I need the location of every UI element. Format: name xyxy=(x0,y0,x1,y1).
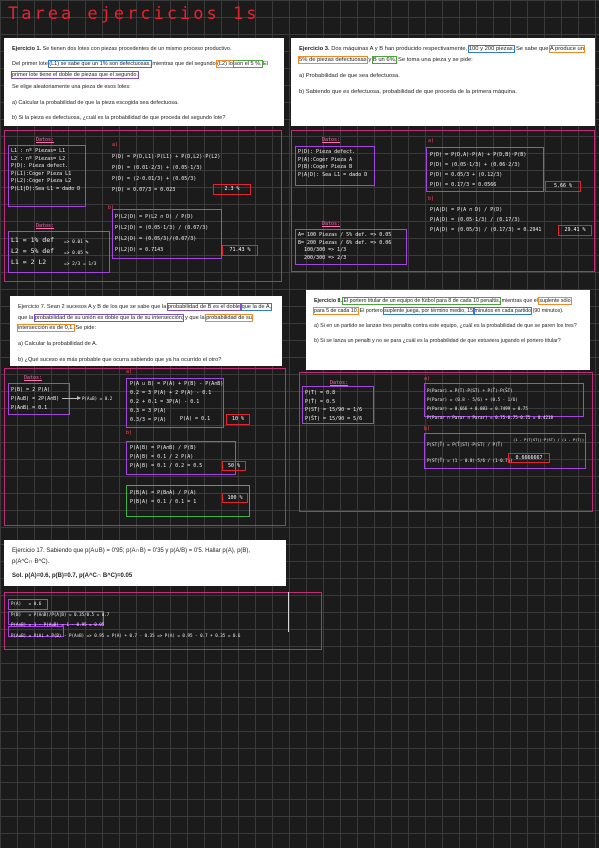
exercise-1-intro: Ejercicio 1. Se tienen dos lotes con pie… xyxy=(12,46,232,52)
exercise-8-card: Ejercicio 8. El portero titular de un eq… xyxy=(306,290,590,370)
ex8-part-a-work: P(Parar) = P(T)·P(ST) + P(T̄)·P(S̄T) P(P… xyxy=(427,388,554,420)
highlight-of-a: que la de A, xyxy=(240,303,273,311)
exercise-3-statement: Ejercicio 3. Dos máquinas A y B han prod… xyxy=(298,45,585,64)
ex1-datos-text: L1 : nº Piezas= L1 L2 : nº Piezas= L2 P(… xyxy=(11,148,81,192)
highlight-l1: (L1) se sabe que un 1% son defectuosas, xyxy=(48,60,152,69)
ex17-work: P(A) = 0.6 P(B) = P(A∩B)/P(A|B) = 0.35/0… xyxy=(11,601,241,638)
exercise-1-statement: Del primer lote (L1) se sabe que un 1% s… xyxy=(11,60,268,79)
ex1-datos-label: Datos: xyxy=(36,137,55,143)
exercise-7-question-a: a) Calcular la probabilidad de A. xyxy=(18,340,98,347)
exercise-17-statement: Ejercicio 17. Sabiendo que p(A∪B) = 0'95… xyxy=(12,548,251,566)
ex7-part-a-answer: 10 % xyxy=(226,414,250,425)
ex3-part-b-label: b) xyxy=(428,196,435,202)
ex3-part-b-answer: 29.41 % xyxy=(558,225,592,236)
exercise-1-card: Ejercicio 1. Se tienen dos lotes con pie… xyxy=(4,38,284,126)
ex3-datos2-label: Datos: xyxy=(322,221,341,227)
ex3-datos-label: Datos: xyxy=(322,137,341,143)
ex7-datos-label: Datos: xyxy=(24,375,43,381)
ex1-datos2-text: L1 = 1% def L2 = 5% def L1 = 2 L2 xyxy=(11,236,55,266)
exercise-1-question-a: a) Calcular la probabilidad de que la pi… xyxy=(12,99,179,106)
exercise-17-solution: Sol. p(A)=0.6, p(B)=0.7, p(A^C∩ B^C)=0.0… xyxy=(12,572,133,579)
ex8-part-b-answer: 0.6666667 xyxy=(508,453,550,463)
ex17-divider xyxy=(288,592,289,632)
ex7-part-a-label: a) xyxy=(126,369,133,375)
highlight-double: primer lote tiene el doble de piezas que… xyxy=(11,70,139,79)
exercise-3-heading: Ejercicio 3. xyxy=(299,46,330,52)
ex7-part-b-label: b) xyxy=(126,430,133,436)
ex3-part-a-work: P(D) = P(D,A)·P(A) + P(D,B)·P(B) P(D) = … xyxy=(430,152,527,188)
exercise-17-card: Ejercicio 17. Sabiendo que p(A∪B) = 0'95… xyxy=(4,540,286,586)
ex8-part-b-formula: (1 - P(T|ST))·P(ST) / (1 - P(T)) xyxy=(513,438,585,442)
ex7-part-a-result: P(A) = 0.1 xyxy=(180,416,211,422)
ex7-arrow xyxy=(62,396,81,400)
highlight-suplente-juega: suplente juega, por término medio, 15 xyxy=(383,307,475,316)
ex1-part-a-label: a) xyxy=(112,142,119,148)
highlight-l2: (L2) lo xyxy=(216,60,234,69)
highlight-minutos: minutos en cada partido xyxy=(473,307,533,316)
ex8-datos-text: P(T) = 0.8 P(T̄) = 0.5 P(ST) = 15/90 = 1… xyxy=(305,390,363,422)
exercise-1-heading: Ejercicio 1. xyxy=(12,46,42,52)
ex3-part-a-answer: 5.66 % xyxy=(545,181,581,192)
ex3-part-a-label: a) xyxy=(428,138,435,144)
ex7-datos-text: P(B) = 2 P(A) P(A∪B) = 2P(A∩B) P(A∩B) = … xyxy=(11,387,60,411)
ex3-part-b-work: P(A|D) = P(A ∩ D) / P(D) P(A|D) = (0.05·… xyxy=(430,207,542,233)
highlight-b-6: B un 6%. xyxy=(371,56,398,64)
ex8-part-b-work: P(ST|T̄) = P(T̄|ST)·P(ST) / P(T̄) P(ST|T… xyxy=(427,442,513,463)
exercise-8-statement: Ejercicio 8. El portero titular de un eq… xyxy=(313,296,572,316)
ex1-part-a-answer: 2.3 % xyxy=(213,184,251,195)
page-title: Tarea ejercicios 1s xyxy=(8,4,260,24)
highlight-union: probabilidad de su unión es doble que la… xyxy=(33,313,185,322)
ex1-datos2-label: Datos: xyxy=(36,223,55,229)
ex7-part-b-work: P(A|B) = P(A∩B) / P(B) P(A|B) = 0.1 / 2 … xyxy=(130,445,203,469)
exercise-7-statement: Ejercicio 7. Sean 2 sucesos A y B de los… xyxy=(17,303,273,333)
exercise-8-heading: Ejercicio 8. xyxy=(314,298,342,304)
ex7-part-c-work: P(B|A) = P(B∩A) / P(A) P(B|A) = 0.1 / 0.… xyxy=(130,490,197,505)
exercise-7-question-b: b) ¿Qué suceso es más probable que ocurr… xyxy=(18,356,222,363)
exercise-1-choice: Se elige aleatoriamente una pieza de eso… xyxy=(12,84,131,91)
exercise-7-card: Ejercicio 7. Sean 2 sucesos A y B de los… xyxy=(10,296,282,366)
exercise-3-question-a: a) Probabilidad de que sea defectuosa. xyxy=(299,73,400,79)
ex1-part-b-answer: 71.43 % xyxy=(222,245,258,256)
ex3-datos-text: P(D): Pieza defect. P(A):Coger Pieza A P… xyxy=(298,149,368,178)
ex7-part-c-answer: 100 % xyxy=(222,493,248,503)
highlight-b-double: probabilidad de B es el doble xyxy=(166,303,242,311)
exercise-8-question-b: b) Si se lanza un penalti y no se para ¿… xyxy=(314,338,561,345)
ex1-datos2-values: => 0.01 % => 0.05 % => 2/3 = 1/3 xyxy=(64,240,97,267)
ex7-datos-side: P(A∪B) = 0.2 xyxy=(82,396,113,401)
ex7-part-b-answer: 50 % xyxy=(222,461,246,471)
exercise-1-question-b: b) Si la pieza es defectuosa, ¿cuál es l… xyxy=(12,115,226,122)
ex1-part-b-work: P(L2|D) = P(L2 ∩ D) / P(D) P(L2|D) = (0.… xyxy=(115,214,209,253)
ex3-datos2-text: A= 100 Piezas / 5% def. => 0.05 B= 200 P… xyxy=(298,232,392,261)
highlight-pieces: 100 y 200 piezas. xyxy=(467,45,516,53)
exercise-3-question-b: b) Sabiendo que es defectuosa, probabili… xyxy=(299,89,517,95)
highlight-5: son el 5 %. xyxy=(233,60,263,69)
ex1-part-a-work: P(D) = P(D,L1)·P(L1) + P(D,L2)·P(L2) P(D… xyxy=(112,154,221,193)
exercise-3-card: Ejercicio 3. Dos máquinas A y B han prod… xyxy=(291,38,595,126)
exercise-8-question-a: a) Si en un partido se lanzan tres penal… xyxy=(314,323,577,330)
highlight-titular: El portero titular de un equipo de fútbo… xyxy=(342,297,502,305)
